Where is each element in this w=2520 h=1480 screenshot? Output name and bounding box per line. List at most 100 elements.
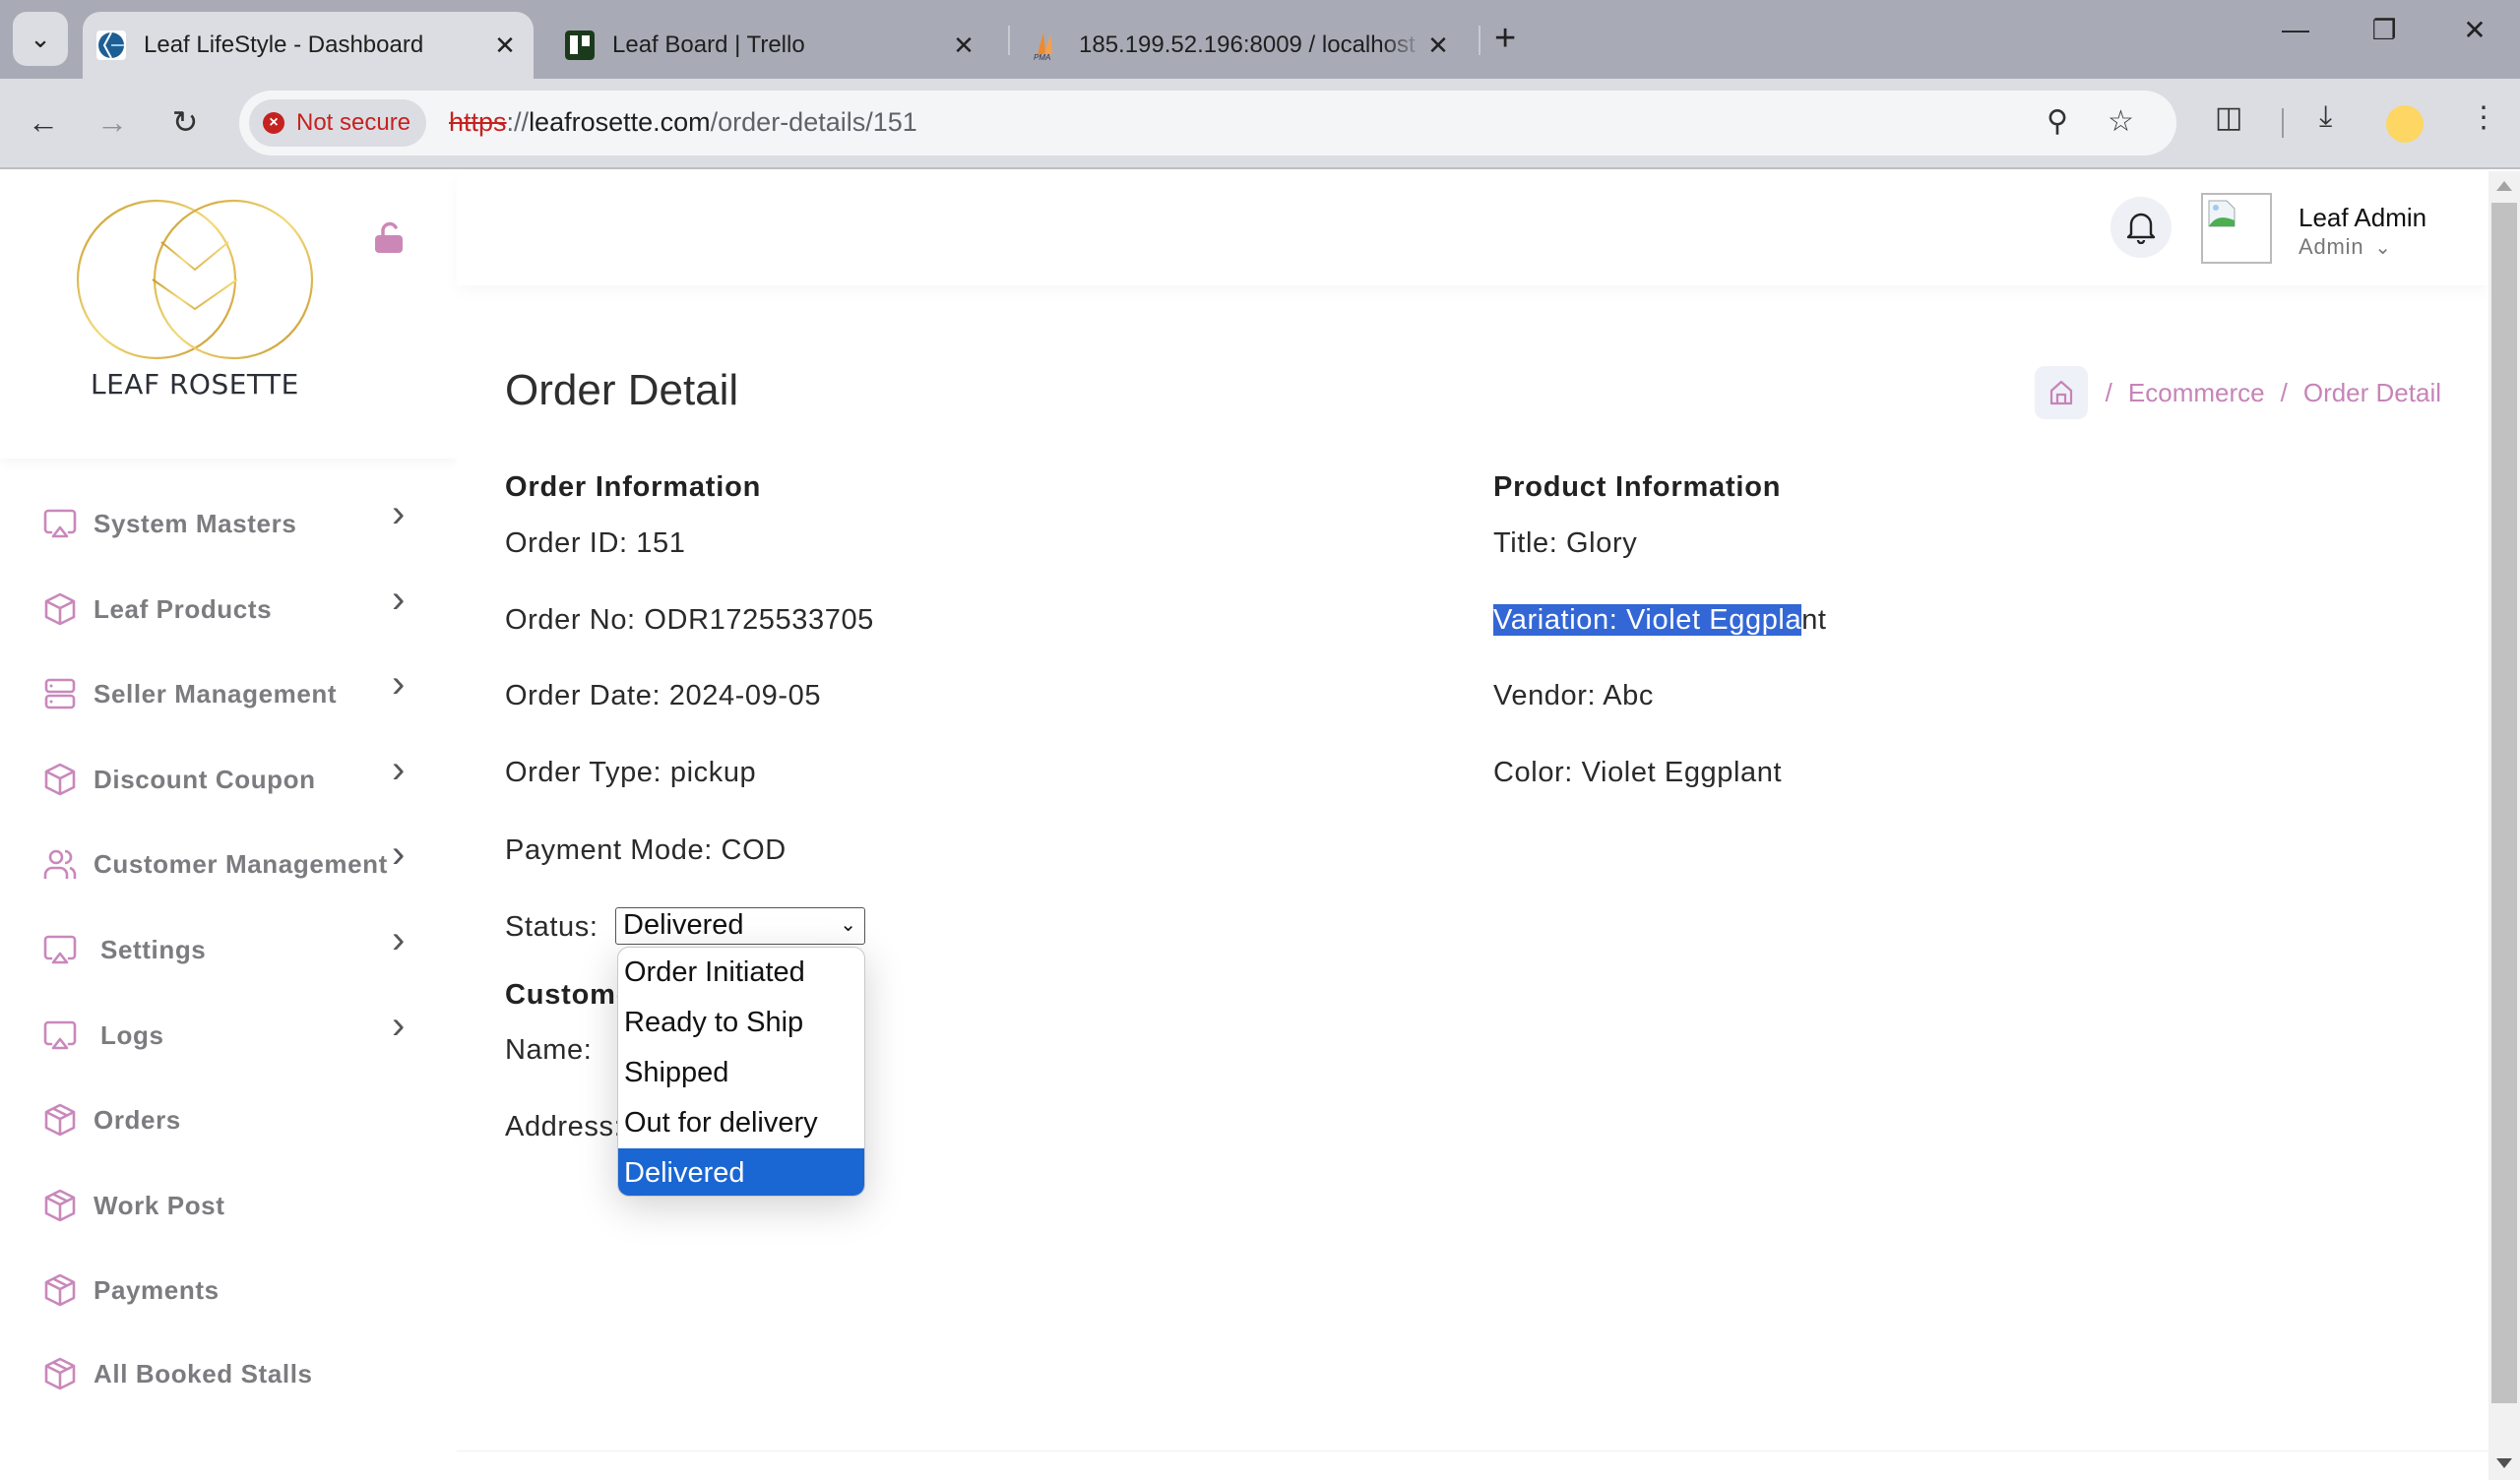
main-content: Leaf Admin Admin ⌄ Order Detail / Ecomme… [457, 171, 2488, 1480]
status-option-ready-to-ship[interactable]: Ready to Ship [618, 998, 864, 1048]
sidebar-item-label: System Masters [94, 508, 297, 538]
top-header: Leaf Admin Admin ⌄ [457, 171, 2488, 285]
order-id: Order ID: 151 [505, 527, 686, 559]
window-close-button[interactable]: ✕ [2445, 14, 2504, 46]
toolbar-separator [2282, 108, 2284, 138]
more-menu-icon[interactable]: ⋮ [2469, 100, 2498, 135]
customer-address-label: Address: [505, 1111, 623, 1142]
warning-x-icon: × [263, 112, 284, 134]
url-host: leafrosette.com [529, 107, 711, 137]
chevron-right-icon: › [392, 492, 406, 535]
product-title: Title: Glory [1493, 527, 1638, 559]
forward-button[interactable]: → [91, 100, 134, 144]
sidebar-item-label: Seller Management [94, 678, 338, 709]
sidebar-item-leaf-products[interactable]: Leaf Products › [0, 578, 457, 639]
sidebar-item-label: Work Post [94, 1190, 225, 1220]
tab-title: Leaf Board | Trello [612, 31, 805, 58]
new-tab-button[interactable]: + [1494, 18, 1516, 60]
reload-button[interactable]: ↻ [163, 100, 207, 144]
product-color: Color: Violet Eggplant [1493, 757, 1783, 788]
page-scrollbar[interactable] [2488, 171, 2520, 1480]
tab-title: 185.199.52.196:8009 / localhost [1079, 31, 1416, 58]
order-date: Order Date: 2024-09-05 [505, 680, 822, 711]
airplay-icon [43, 1018, 77, 1052]
user-avatar[interactable] [2201, 193, 2272, 264]
chevron-right-icon: › [392, 918, 406, 961]
brand-name: LEAF ROSETTE [91, 368, 299, 401]
sidebar-item-orders[interactable]: Orders [0, 1090, 457, 1149]
back-button[interactable]: ← [22, 100, 65, 144]
tab-trello[interactable]: Leaf Board | Trello ✕ [551, 12, 992, 79]
tab-search-button[interactable]: ⌄ [13, 12, 68, 66]
close-tab-icon[interactable]: ✕ [949, 31, 978, 61]
download-icon[interactable]: ⤓ [2319, 100, 2332, 134]
sidebar-logo-area: LEAF ROSETTE [0, 171, 457, 459]
user-name[interactable]: Leaf Admin [2299, 203, 2426, 233]
leaf-rosette-logo-icon[interactable] [75, 199, 317, 368]
reload-icon: ↻ [171, 104, 199, 140]
selected-text-highlight: Variation: Violet Eggpla [1493, 604, 1802, 636]
status-select[interactable]: Delivered ⌄ [615, 907, 865, 945]
bookmark-star-icon[interactable]: ☆ [2108, 104, 2134, 139]
order-no: Order No: ODR1725533705 [505, 604, 874, 636]
status-option-out-for-delivery[interactable]: Out for delivery [618, 1098, 864, 1148]
tab-leaf-lifestyle[interactable]: Leaf LifeStyle - Dashboard ✕ [83, 12, 534, 79]
status-option-delivered[interactable]: Delivered [618, 1148, 864, 1196]
sidebar-item-seller-management[interactable]: Seller Management › [0, 662, 457, 723]
user-role-dropdown[interactable]: Admin ⌄ [2299, 234, 2392, 260]
tab-separator [1008, 26, 1010, 55]
sidebar-item-work-post[interactable]: Work Post [0, 1176, 457, 1235]
airplay-icon [43, 933, 77, 966]
sidebar-item-discount-coupon[interactable]: Discount Coupon › [0, 748, 457, 809]
chevron-right-icon: › [392, 1004, 406, 1047]
user-role: Admin [2299, 234, 2364, 259]
chevron-down-icon: ⌄ [2374, 237, 2392, 259]
scroll-up-arrow-icon[interactable] [2496, 181, 2512, 191]
status-option-shipped[interactable]: Shipped [618, 1048, 864, 1098]
chevron-down-icon: ⌄ [840, 914, 856, 936]
breadcrumb: / Ecommerce / Order Detail [2034, 366, 2441, 419]
unlock-icon[interactable] [374, 220, 404, 254]
users-icon [43, 847, 77, 881]
sidebar-item-all-booked-stalls[interactable]: All Booked Stalls [0, 1344, 457, 1403]
sidebar-item-customer-management[interactable]: Customer Management › [0, 832, 457, 894]
box-icon [43, 592, 77, 626]
breadcrumb-home-link[interactable] [2034, 366, 2088, 419]
breadcrumb-ecommerce[interactable]: Ecommerce [2128, 378, 2265, 408]
profile-avatar[interactable] [2386, 105, 2424, 143]
package-icon [43, 1357, 77, 1390]
minimize-button[interactable]: — [2266, 14, 2325, 45]
site-security-chip[interactable]: × Not secure [249, 99, 427, 147]
address-bar[interactable]: × Not secure https://leafrosette.com/ord… [239, 91, 2176, 155]
payment-mode: Payment Mode: COD [505, 834, 787, 866]
scroll-down-arrow-icon[interactable] [2496, 1458, 2512, 1468]
sidebar-item-label: Orders [94, 1104, 181, 1135]
sidebar-item-payments[interactable]: Payments [0, 1261, 457, 1320]
restore-button[interactable]: ❐ [2355, 14, 2414, 46]
sidebar-item-logs[interactable]: Logs › [0, 1004, 457, 1065]
url-text[interactable]: https://leafrosette.com/order-details/15… [449, 107, 917, 138]
sidebar-item-system-masters[interactable]: System Masters › [0, 492, 457, 553]
sidebar-item-label: Leaf Products [94, 593, 273, 624]
sidebar-item-settings[interactable]: Settings › [0, 918, 457, 979]
close-tab-icon[interactable]: ✕ [1423, 31, 1453, 61]
close-tab-icon[interactable]: ✕ [490, 31, 520, 61]
airplay-icon [43, 507, 77, 540]
product-vendor: Vendor: Abc [1493, 680, 1654, 711]
order-type: Order Type: pickup [505, 757, 757, 788]
tab-phpmyadmin[interactable]: PMA 185.199.52.196:8009 / localhost ✕ [1020, 12, 1467, 79]
page-title: Order Detail [505, 366, 739, 414]
product-information-heading: Product Information [1493, 471, 1782, 503]
leaf-lifestyle-favicon-icon [96, 31, 126, 60]
package-icon [43, 1273, 77, 1307]
breadcrumb-separator: / [2280, 377, 2288, 407]
chevron-right-icon: › [392, 748, 406, 791]
zoom-magnifier-icon[interactable]: ⚲ [2047, 104, 2068, 139]
status-option-order-initiated[interactable]: Order Initiated [618, 948, 864, 998]
product-variation: Variation: Violet Eggplant [1493, 604, 1827, 637]
notifications-button[interactable] [2110, 197, 2172, 258]
scrollbar-thumb[interactable] [2491, 203, 2517, 1403]
extensions-puzzle-icon[interactable]: ◫ [2215, 100, 2242, 135]
status-options-listbox[interactable]: Order Initiated Ready to Ship Shipped Out f… [617, 947, 865, 1197]
arrow-left-icon: ← [28, 103, 59, 140]
